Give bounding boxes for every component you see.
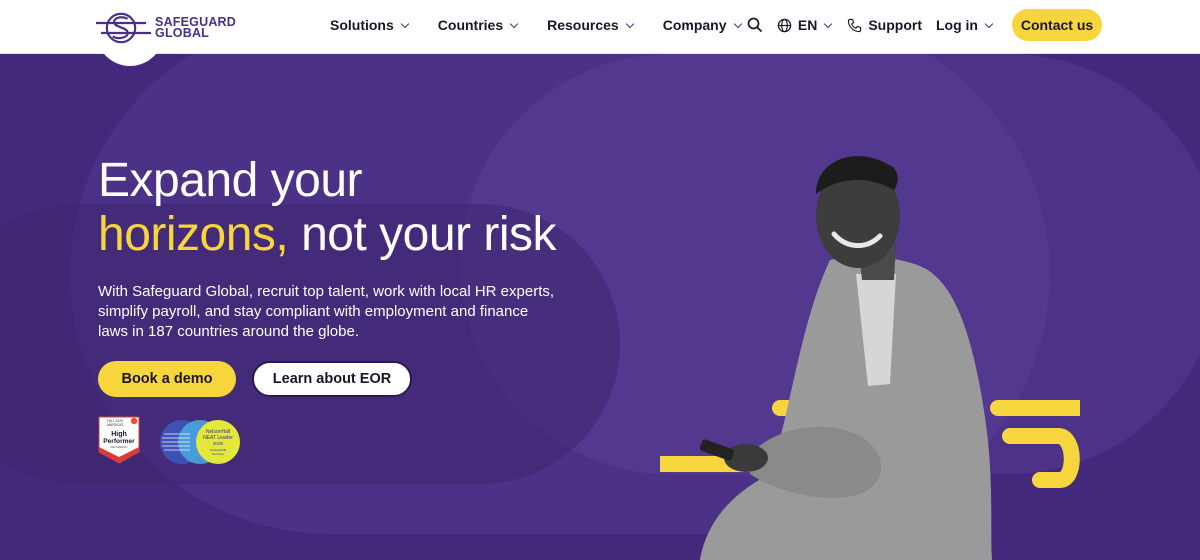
yellow-curve: [1002, 428, 1080, 488]
g2-region: AMERICAS: [107, 423, 124, 427]
g2-line1: High: [111, 431, 127, 438]
yellow-line-right: [990, 400, 1080, 416]
nav-company[interactable]: Company: [662, 17, 742, 33]
chevron-down-icon: [733, 19, 742, 28]
jacket-shape: [700, 256, 992, 560]
chevron-down-icon: [824, 19, 833, 28]
utility-nav: EN Support Log in Contact us: [747, 9, 1102, 41]
login-label: Log in: [936, 17, 978, 33]
nav-countries[interactable]: Countries: [437, 17, 519, 33]
nav-solutions-label: Solutions: [330, 17, 394, 33]
hero-person-image: [660, 156, 1080, 560]
globe-icon: [777, 18, 792, 32]
brand-name-line2: GLOBAL: [155, 26, 210, 40]
g2-category: MID-MARKET: [110, 445, 128, 449]
hero-subtext: With Safeguard Global, recruit top talen…: [98, 283, 555, 340]
g2-high-performer-badge: FALL 2025 AMERICAS High Performer MID-MA…: [98, 416, 140, 464]
site-header: SAFEGUARD GLOBAL Solutions Countries Res…: [0, 0, 1200, 66]
nelsonhall-neat-badge: NelsonHall NEAT Leader 2025 Global EOR S…: [160, 420, 240, 464]
nav-company-label: Company: [662, 17, 727, 33]
safeguard-logo-icon: [96, 12, 152, 44]
g2-line2: Performer: [103, 438, 135, 445]
learn-eor-button[interactable]: Learn about EOR: [252, 361, 412, 397]
headline-rest: not your risk: [288, 208, 557, 261]
brand-logo[interactable]: SAFEGUARD GLOBAL: [96, 0, 236, 66]
hero-section: Expand your horizons, not your risk With…: [0, 54, 1200, 560]
login-menu[interactable]: Log in: [936, 17, 994, 33]
book-demo-button[interactable]: Book a demo: [98, 361, 236, 397]
chevron-down-icon: [625, 19, 634, 28]
chevron-down-icon: [400, 19, 410, 28]
language-label: EN: [797, 17, 818, 33]
nav-resources-label: Resources: [547, 17, 619, 33]
nav-solutions[interactable]: Solutions: [330, 17, 410, 33]
language-selector[interactable]: EN: [777, 17, 833, 33]
nelsonhall-year: 2025: [213, 441, 224, 446]
search-icon: [747, 17, 763, 33]
nav-countries-label: Countries: [437, 17, 504, 33]
headline-line1: Expand your: [98, 154, 363, 207]
phone-icon: [848, 18, 862, 32]
hero-headline: Expand your horizons, not your risk: [98, 154, 557, 262]
nav-resources[interactable]: Resources: [547, 17, 634, 33]
chevron-down-icon: [984, 19, 994, 28]
support-link[interactable]: Support: [847, 17, 922, 33]
headline-highlight: horizons,: [98, 208, 289, 261]
main-nav: Solutions Countries Resources Company: [330, 0, 771, 50]
nelsonhall-line4: Services: [212, 452, 224, 456]
search-button[interactable]: [747, 17, 763, 33]
chevron-down-icon: [509, 19, 519, 28]
contact-us-button[interactable]: Contact us: [1012, 9, 1102, 41]
support-label: Support: [868, 17, 922, 33]
brand-name: SAFEGUARD GLOBAL: [155, 16, 236, 40]
